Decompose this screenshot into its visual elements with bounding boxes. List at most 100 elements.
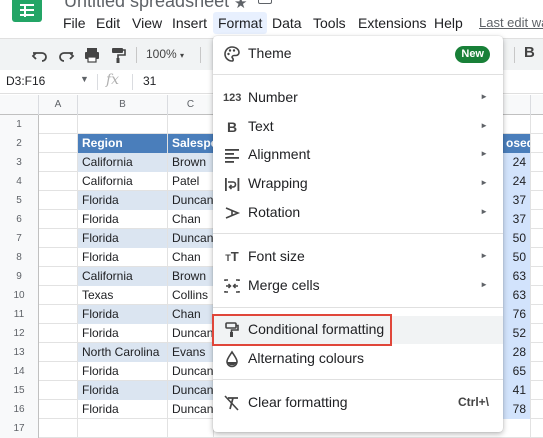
cell-closed[interactable]: 65 <box>502 362 531 381</box>
cell[interactable] <box>39 267 78 286</box>
cell[interactable] <box>78 419 168 438</box>
cell-salesperson[interactable]: Chan <box>168 305 214 324</box>
header-cell-region[interactable]: Region <box>78 134 168 153</box>
cell-region[interactable]: Florida <box>78 305 168 324</box>
name-box[interactable]: D3:F16 <box>6 74 45 88</box>
column-header[interactable]: B <box>78 95 168 115</box>
cell-closed[interactable]: 37 <box>502 191 531 210</box>
cell[interactable] <box>39 362 78 381</box>
cell[interactable] <box>39 419 78 438</box>
menu-help[interactable]: Help <box>429 12 468 34</box>
select-all-corner[interactable] <box>0 95 39 115</box>
cell-salesperson[interactable]: Brown <box>168 153 214 172</box>
menu-item-conditional-formatting[interactable]: Conditional formatting <box>213 316 503 344</box>
undo-icon[interactable] <box>30 45 50 65</box>
cell-closed[interactable]: 63 <box>502 286 531 305</box>
row-header[interactable]: 16 <box>0 400 39 419</box>
cell-salesperson[interactable]: Patel <box>168 172 214 191</box>
cell[interactable] <box>502 115 531 134</box>
cell-region[interactable]: Texas <box>78 286 168 305</box>
cell-region[interactable]: California <box>78 153 168 172</box>
cell-salesperson[interactable]: Duncan <box>168 400 214 419</box>
cell-salesperson[interactable]: Chan <box>168 210 214 229</box>
row-header[interactable]: 8 <box>0 248 39 267</box>
cell-salesperson[interactable]: Evans <box>168 343 214 362</box>
cell-region[interactable]: North Carolina <box>78 343 168 362</box>
cell[interactable] <box>39 286 78 305</box>
cell[interactable] <box>39 343 78 362</box>
redo-icon[interactable] <box>56 45 76 65</box>
document-title[interactable]: Untitled spreadsheet <box>64 0 229 12</box>
row-header[interactable]: 11 <box>0 305 39 324</box>
cell-region[interactable]: Florida <box>78 248 168 267</box>
chevron-down-icon[interactable]: ▼ <box>80 74 89 84</box>
row-header[interactable]: 7 <box>0 229 39 248</box>
menu-item-text[interactable]: B Text ► <box>213 113 503 141</box>
cell-salesperson[interactable]: Chan <box>168 248 214 267</box>
cell-closed[interactable]: 24 <box>502 153 531 172</box>
cell-region[interactable]: Florida <box>78 324 168 343</box>
row-header[interactable]: 14 <box>0 362 39 381</box>
menu-item-merge-cells[interactable]: Merge cells ► <box>213 272 503 300</box>
column-header[interactable]: A <box>39 95 78 115</box>
column-header[interactable] <box>502 95 531 115</box>
cell-region[interactable]: Florida <box>78 191 168 210</box>
last-edit-link[interactable]: Last edit wa <box>479 12 543 34</box>
cell-salesperson[interactable]: Duncan <box>168 362 214 381</box>
row-header[interactable]: 13 <box>0 343 39 362</box>
cell[interactable] <box>78 115 168 134</box>
cell[interactable] <box>39 153 78 172</box>
star-icon[interactable]: ★ <box>234 0 247 12</box>
cell-region[interactable]: Florida <box>78 400 168 419</box>
menu-edit[interactable]: Edit <box>91 12 125 34</box>
move-folder-icon[interactable] <box>258 0 272 4</box>
menu-item-wrapping[interactable]: Wrapping ► <box>213 170 503 198</box>
cell[interactable] <box>168 419 214 438</box>
menu-item-alternating-colours[interactable]: Alternating colours <box>213 345 503 373</box>
cell-closed[interactable]: 41 <box>502 381 531 400</box>
header-cell-salesperson[interactable]: Salespe <box>168 134 214 153</box>
cell-region[interactable]: Florida <box>78 381 168 400</box>
column-header[interactable]: C <box>168 95 214 115</box>
row-header[interactable]: 9 <box>0 267 39 286</box>
print-icon[interactable] <box>82 45 102 65</box>
cell[interactable] <box>39 191 78 210</box>
menu-insert[interactable]: Insert <box>167 12 212 34</box>
cell-closed[interactable]: 78 <box>502 400 531 419</box>
cell-closed[interactable]: 50 <box>502 248 531 267</box>
menu-data[interactable]: Data <box>267 12 307 34</box>
menu-item-clear-formatting[interactable]: Clear formatting Ctrl+\ <box>213 389 503 417</box>
cell[interactable] <box>168 115 214 134</box>
cell[interactable] <box>39 248 78 267</box>
cell-closed[interactable]: 37 <box>502 210 531 229</box>
cell-closed[interactable]: 50 <box>502 229 531 248</box>
cell[interactable] <box>39 210 78 229</box>
menu-format[interactable]: Format <box>213 12 268 34</box>
row-header[interactable]: 6 <box>0 210 39 229</box>
menu-file[interactable]: File <box>58 12 91 34</box>
cell-region[interactable]: Florida <box>78 210 168 229</box>
menu-item-alignment[interactable]: Alignment ► <box>213 141 503 169</box>
row-header[interactable]: 1 <box>0 115 39 134</box>
zoom-select[interactable]: 100% ▾ <box>146 47 184 61</box>
row-header[interactable]: 12 <box>0 324 39 343</box>
cell-salesperson[interactable]: Duncan <box>168 229 214 248</box>
cell[interactable] <box>39 324 78 343</box>
cell[interactable] <box>39 172 78 191</box>
bold-button[interactable]: B <box>524 44 535 61</box>
row-header[interactable]: 3 <box>0 153 39 172</box>
cell[interactable] <box>502 419 531 438</box>
cell-closed[interactable]: 24 <box>502 172 531 191</box>
cell[interactable] <box>39 305 78 324</box>
cell-region[interactable]: Florida <box>78 362 168 381</box>
cell-region[interactable]: California <box>78 172 168 191</box>
cell-salesperson[interactable]: Duncan <box>168 381 214 400</box>
sheets-logo-icon[interactable] <box>12 0 42 22</box>
menu-item-theme[interactable]: Theme New <box>213 40 503 68</box>
cell-closed[interactable]: 28 <box>502 343 531 362</box>
cell-salesperson[interactable]: Collins <box>168 286 214 305</box>
row-header[interactable]: 17 <box>0 419 39 438</box>
cell-region[interactable]: California <box>78 267 168 286</box>
menu-view[interactable]: View <box>127 12 167 34</box>
menu-item-font-size[interactable]: TT Font size ► <box>213 243 503 271</box>
